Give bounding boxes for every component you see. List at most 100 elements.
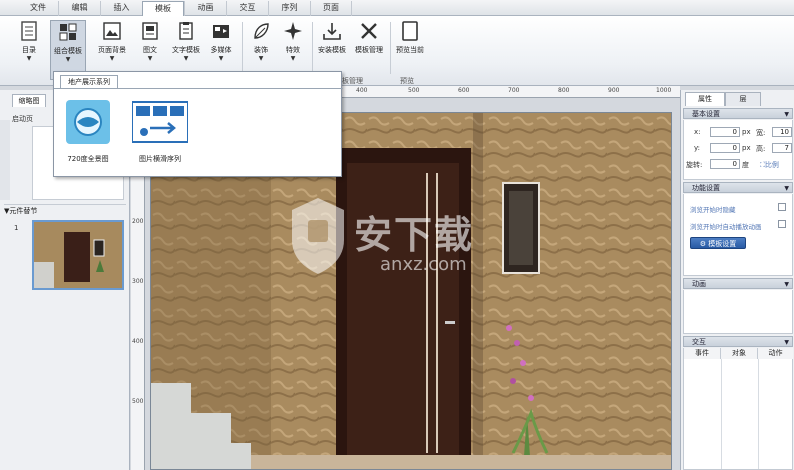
tab-file[interactable]: 文件 xyxy=(18,1,58,16)
page-thumbnail[interactable] xyxy=(32,220,124,290)
autoplay-checkbox[interactable] xyxy=(778,220,786,228)
chevron-down-icon: ▼ xyxy=(784,111,789,118)
column-event: 事件 xyxy=(684,348,721,359)
menu-bar: 文件 编辑 插入 模板 动画 交互 序列 页面 xyxy=(0,0,794,17)
width-input[interactable]: 10 xyxy=(772,127,792,137)
tab-edit[interactable]: 编辑 xyxy=(58,1,100,16)
popup-divider xyxy=(54,88,343,89)
width-label: 宽: xyxy=(756,129,766,137)
chevron-down-icon: ▼ xyxy=(218,55,224,62)
ruler-v-label: 500 xyxy=(132,398,144,405)
preview-icon xyxy=(402,21,418,41)
page-number: 1 xyxy=(14,224,19,232)
tab-real-estate-series[interactable]: 地产展示系列 xyxy=(60,75,118,88)
watermark-url: anxz.com xyxy=(380,254,467,275)
watermark: 安下载 anxz.com xyxy=(288,190,508,280)
install-template-label: 安装模板 xyxy=(318,46,346,54)
toc-icon xyxy=(21,21,37,41)
ruler-h-label: 600 xyxy=(458,87,470,94)
chevron-down-icon: ▼ xyxy=(290,55,296,62)
height-label: 高: xyxy=(756,145,766,153)
panorama-icon xyxy=(66,100,110,144)
gear-icon: ⚙ xyxy=(699,240,707,248)
image-text-label: 图文 xyxy=(143,46,157,54)
section-header[interactable]: ▼元件替节 xyxy=(4,204,126,216)
rotation-input[interactable]: 0 xyxy=(710,159,740,169)
image-slide-label: 图片横滑序列 xyxy=(139,155,181,163)
function-settings-body: 浏览开始时隐藏 浏览开始时自动播放动画 ⚙ 模板设置 xyxy=(683,194,793,276)
tab-insert[interactable]: 插入 xyxy=(100,1,142,16)
tab-properties[interactable]: 属性 xyxy=(685,92,725,106)
x-unit: px xyxy=(742,128,751,136)
group-label-template-manage: 板管理 xyxy=(342,77,363,85)
tab-layers[interactable]: 层 xyxy=(725,92,761,106)
animation-body xyxy=(683,290,793,334)
template-image-slide-sequence[interactable]: 图片横滑序列 xyxy=(130,100,190,163)
hide-on-start-checkbox[interactable] xyxy=(778,203,786,211)
ribbon-separator xyxy=(390,22,391,74)
preview-current-button[interactable]: 预览当前 xyxy=(394,20,426,80)
autoplay-label: 浏览开始时自动播放动画 xyxy=(690,223,762,231)
tab-animation[interactable]: 动画 xyxy=(184,1,226,16)
ruler-h-label: 1000 xyxy=(656,87,672,94)
ruler-h-label: 900 xyxy=(608,87,620,94)
ruler-v-label: 300 xyxy=(132,278,144,285)
tab-interaction[interactable]: 交互 xyxy=(226,1,268,16)
basic-settings-header[interactable]: 基本设置 ▼ xyxy=(683,108,793,119)
chevron-down-icon: ▼ xyxy=(147,55,153,62)
toc-button[interactable]: 目录 ▼ xyxy=(14,20,44,80)
preview-current-label: 预览当前 xyxy=(396,46,424,54)
properties-panel: 属性 层 基本设置 ▼ x: 0 px 宽: 10 y: 0 px 高: 7 旋… xyxy=(680,90,794,470)
install-icon xyxy=(323,23,341,40)
ruler-v-label: 400 xyxy=(132,338,144,345)
left-scrollbar[interactable] xyxy=(0,120,10,200)
ratio-label: 比例 xyxy=(764,161,779,169)
chevron-down-icon: ▼ xyxy=(26,55,32,62)
x-input[interactable]: 0 xyxy=(710,127,740,137)
start-page-label: 启动页 xyxy=(12,115,33,123)
decoration-label: 装饰 xyxy=(254,46,268,54)
ruler-h-label: 500 xyxy=(408,87,420,94)
tab-thumbnails[interactable]: 缩略图 xyxy=(12,94,46,107)
y-input[interactable]: 0 xyxy=(710,143,740,153)
ruler-v-label: 200 xyxy=(132,218,144,225)
y-unit: px xyxy=(742,144,751,152)
template-manage-button[interactable]: 模板管理 xyxy=(352,20,386,80)
ribbon-separator xyxy=(312,22,313,74)
text-template-label: 文字模板 xyxy=(172,46,200,54)
tab-page[interactable]: 页面 xyxy=(310,1,352,16)
template-manage-label: 模板管理 xyxy=(355,46,383,54)
chevron-down-icon: ▼ xyxy=(784,281,789,288)
watermark-text: 安下载 xyxy=(354,213,475,257)
section-label: 元件替节 xyxy=(9,207,38,215)
template-720-panorama[interactable]: 720度全景图 xyxy=(58,100,118,163)
combo-template-label: 组合模板 xyxy=(54,47,82,55)
template-settings-button[interactable]: ⚙ 模板设置 xyxy=(690,237,746,249)
animation-header[interactable]: 动画 ▼ xyxy=(683,278,793,289)
basic-settings-body: x: 0 px 宽: 10 y: 0 px 高: 7 旋转: 0 度 ⛶比例 xyxy=(683,120,793,180)
function-settings-title: 功能设置 xyxy=(692,184,720,192)
tab-sequence[interactable]: 序列 xyxy=(268,1,310,16)
ruler-h-label: 400 xyxy=(356,87,368,94)
chevron-down-icon: ▼ xyxy=(784,339,789,346)
basic-settings-title: 基本设置 xyxy=(692,110,720,118)
height-input[interactable]: 7 xyxy=(772,143,792,153)
tab-template[interactable]: 模板 xyxy=(142,1,184,17)
ribbon-separator xyxy=(242,22,243,74)
ratio-lock[interactable]: ⛶比例 xyxy=(760,160,779,170)
function-settings-header[interactable]: 功能设置 ▼ xyxy=(683,182,793,193)
leaf-icon xyxy=(254,23,269,39)
rotation-unit: 度 xyxy=(742,161,749,169)
page-background-label: 页面背景 xyxy=(98,46,126,54)
hide-on-start-label: 浏览开始时隐藏 xyxy=(690,206,736,214)
text-template-icon xyxy=(179,22,193,40)
chevron-down-icon: ▼ xyxy=(109,55,115,62)
toc-label: 目录 xyxy=(22,46,36,54)
column-action: 动作 xyxy=(758,348,793,359)
chevron-down-icon: ▼ xyxy=(784,185,789,192)
template-settings-label: 模板设置 xyxy=(708,240,737,248)
combo-template-dropdown: 地产展示系列 720度全景图 图片横滑序列 xyxy=(53,71,343,177)
interaction-header[interactable]: 交互 ▼ xyxy=(683,336,793,347)
image-slide-icon xyxy=(131,101,189,143)
image-text-icon xyxy=(142,22,158,40)
